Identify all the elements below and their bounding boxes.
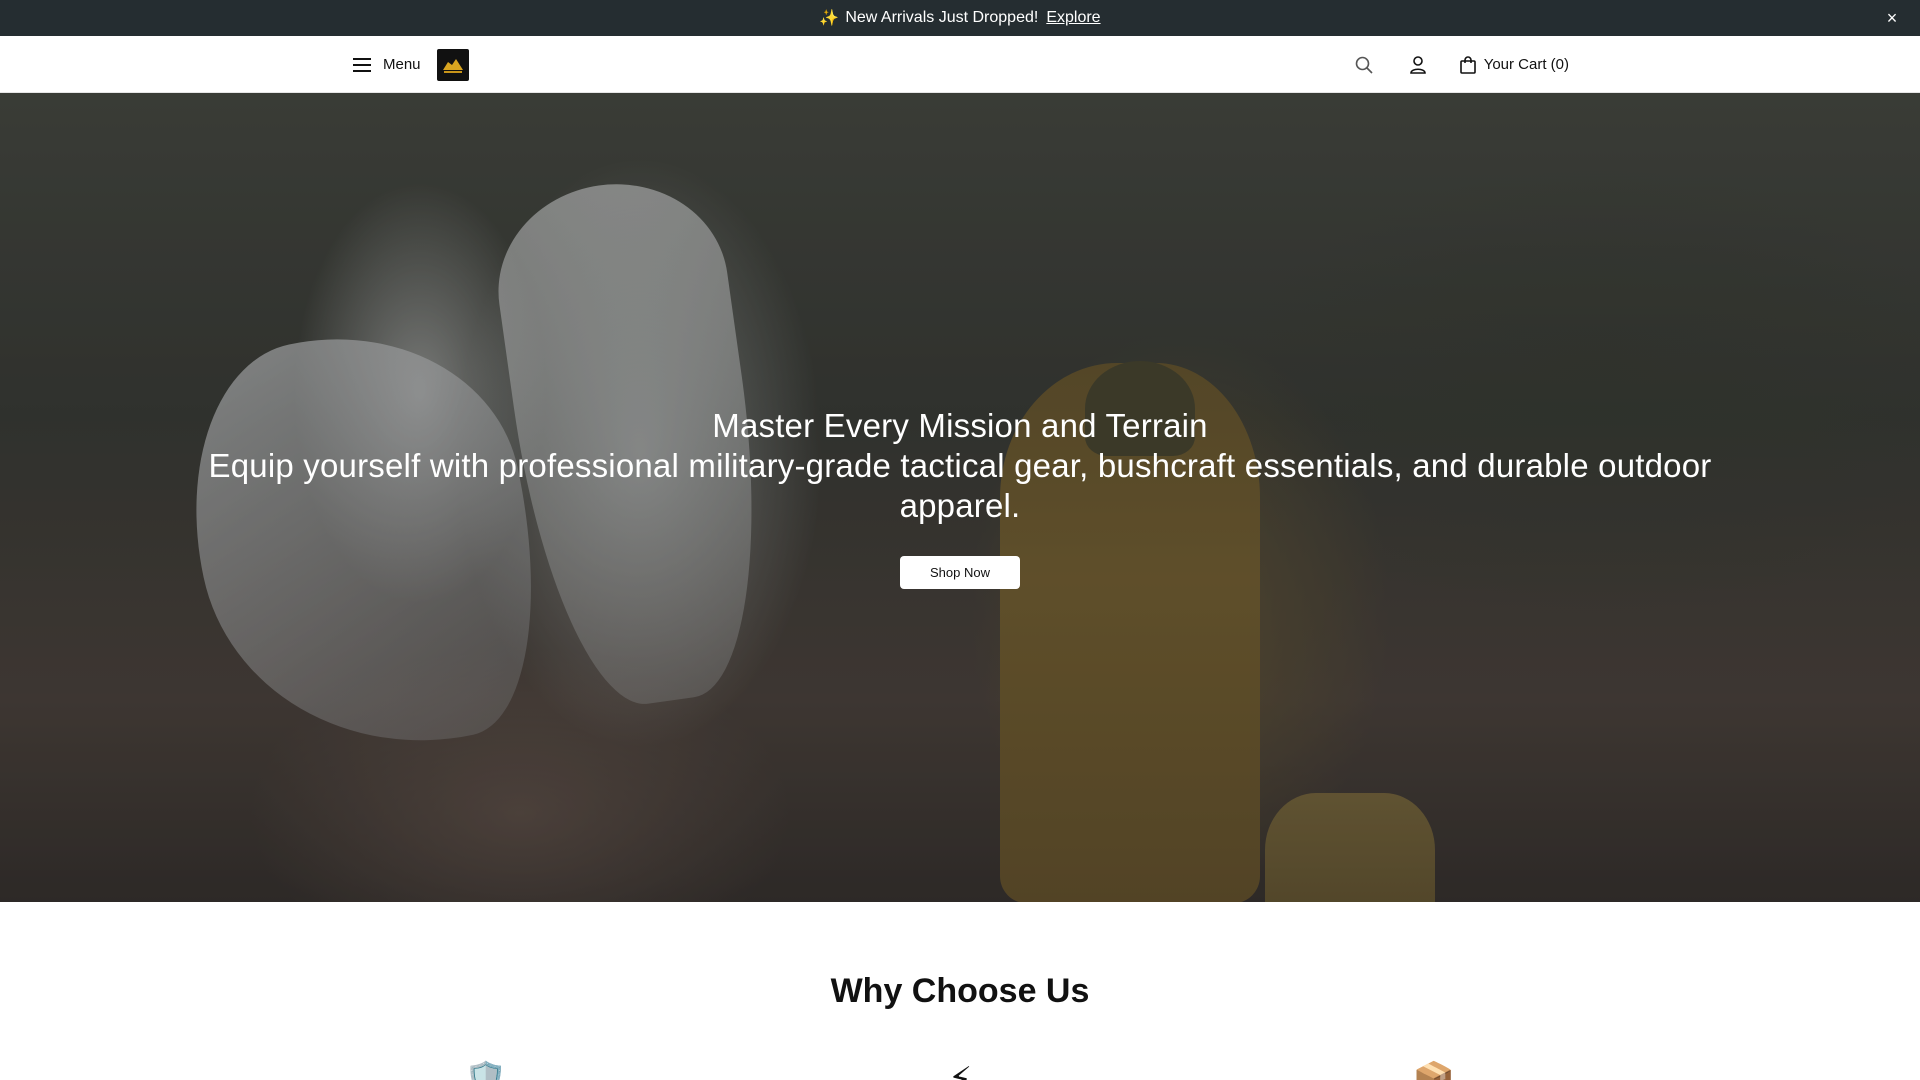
logo[interactable] [436,48,469,81]
shield-icon: 🛡️ [464,1061,508,1080]
account-icon[interactable] [1406,53,1430,77]
menu-label: Menu [383,56,421,73]
search-icon[interactable] [1352,53,1376,77]
bag-icon [1459,55,1476,74]
section-title: Why Choose Us [830,972,1090,1010]
explore-link[interactable]: Explore [1046,9,1100,27]
announcement-text: New Arrivals Just Dropped! [845,9,1039,26]
hero-title: Master Every Mission and Terrain [712,407,1208,444]
lightning-icon: ⚡ [948,1061,972,1080]
package-icon: 📦 [1412,1061,1456,1080]
cart-label: Your Cart (0) [1483,56,1569,73]
shop-now-button[interactable]: Shop Now [900,556,1020,589]
close-icon[interactable]: × [1880,0,1904,36]
header-right: Your Cart (0) [1352,36,1569,93]
menu-button[interactable]: Menu [353,56,421,73]
hero-subtitle: Equip yourself with professional militar… [208,447,1712,524]
hero-content: Master Every Mission and Terrain Equip y… [0,93,1920,902]
why-choose-us-section: Why Choose Us 🛡️ ⚡ 📦 [0,902,1920,1080]
site-header: Menu Your Cart (0) [0,36,1920,93]
header-left: Menu [353,36,469,93]
sparkle-icon: ✨ [819,10,840,27]
hamburger-icon [353,57,371,72]
hero-banner: Master Every Mission and Terrain Equip y… [0,93,1920,902]
cart-button[interactable]: Your Cart (0) [1459,55,1569,74]
announcement-bar: ✨ New Arrivals Just Dropped! Explore × [0,0,1920,36]
